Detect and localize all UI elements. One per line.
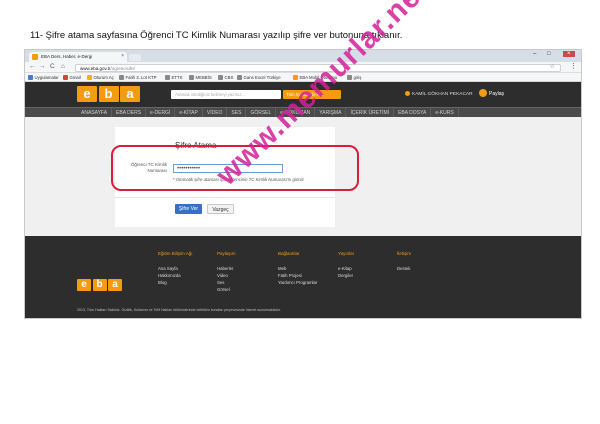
gmail-icon (63, 74, 68, 80)
form-divider (115, 197, 335, 198)
close-window-icon[interactable]: × (563, 51, 575, 57)
tab-title: EBA Ders, Haber, e-Dergi (41, 54, 93, 59)
footer-column: İletişim Destek (397, 251, 411, 272)
bookmark-item[interactable]: Oturum Aç (87, 74, 114, 80)
search-input[interactable]: Aramak istediğiniz kelimeyi yazınız... (171, 89, 281, 99)
footer-link[interactable]: Dergiler (338, 272, 354, 279)
eba-favicon-icon (32, 54, 38, 60)
eba-icon (293, 74, 298, 80)
footer-link[interactable]: Destek (397, 265, 411, 272)
assign-password-button[interactable]: Şifre Ver (175, 204, 202, 214)
address-bar: ← → C ⌂ www.eba.gov.tr/ogrencisifre ☆ ⋮ (25, 62, 581, 73)
page-icon (165, 74, 170, 80)
document-page: 11- Şifre atama sayfasına Öğrenci TC Kim… (0, 0, 600, 424)
nav-item[interactable]: İÇERİK ÜRETİMİ (346, 108, 395, 117)
browser-menu-icon[interactable]: ⋮ (570, 62, 577, 70)
footer-heading: Yayınlar (338, 251, 355, 256)
apps-icon (28, 74, 33, 80)
footer-column: Paylaşım Haberler Video Ses Görsel (217, 251, 236, 293)
reload-icon[interactable]: C (50, 63, 55, 70)
bookmark-item[interactable]: Fatih 3. Lot KTP (119, 74, 157, 80)
main-content: Şifre Atama Öğrenci TC Kimlik Numarası •… (25, 117, 581, 236)
tab-bar: EBA Ders, Haber, e-Dergi × – □ × (25, 50, 581, 62)
login-icon (87, 74, 92, 80)
new-tab-button[interactable] (129, 54, 141, 61)
footer-heading: Bağlantılar (278, 251, 300, 256)
home-icon[interactable]: ⌂ (61, 63, 65, 70)
bookmark-item[interactable]: CBS (218, 74, 233, 80)
footer-link[interactable]: Yardımcı Programlar (278, 279, 317, 286)
nav-item[interactable]: e-KURS (431, 108, 459, 117)
bookmark-item[interactable]: Gans Excel Türkiye (237, 74, 281, 80)
footer-column: Bağlantılar Meb Fatih Projesi Yardımcı P… (278, 251, 317, 286)
footer-link[interactable]: Haberler (217, 265, 236, 272)
forward-icon[interactable]: → (39, 63, 46, 70)
bookmark-item[interactable]: ETTS (165, 74, 182, 80)
footer-heading: İletişim (397, 251, 412, 256)
nav-item[interactable]: EBA DERS (112, 108, 147, 117)
nav-item[interactable]: ANASAYFA (77, 108, 113, 117)
user-menu[interactable]: KAMİL GÖKHAN PEKACAR (405, 91, 473, 97)
footer-link[interactable]: Video (217, 272, 236, 279)
page-icon (237, 74, 242, 80)
footer-heading: Paylaşım (217, 251, 236, 256)
page-icon (189, 74, 194, 80)
nav-item[interactable]: SES (227, 108, 247, 117)
footer-link[interactable]: Fatih Projesi (278, 272, 317, 279)
footer-link[interactable]: Meb (278, 265, 317, 272)
eba-logo[interactable]: e b a (77, 86, 140, 102)
url-host: www.eba.gov.tr (80, 65, 111, 71)
tab-close-icon[interactable]: × (121, 53, 124, 59)
back-icon[interactable]: ← (29, 63, 36, 70)
nav-item[interactable]: e-DERGİ (146, 108, 176, 117)
footer-column: Eğitim Bilişim Ağı Ana Sayfa Hakkımızda … (158, 251, 193, 286)
minimize-icon[interactable]: – (533, 51, 536, 57)
footer-link[interactable]: Hakkımızda (158, 272, 193, 279)
bookmark-star-icon[interactable]: ☆ (550, 63, 555, 70)
footer: e b a Eğitim Bilişim Ağı Ana Sayfa Hakkı… (25, 236, 581, 318)
footer-column: Yayınlar e-Kitap Dergiler (338, 251, 354, 279)
nav-item[interactable]: EBA DOSYA (394, 108, 432, 117)
share-icon (479, 89, 487, 97)
maximize-icon[interactable]: □ (547, 51, 551, 57)
footer-link[interactable]: Blog (158, 279, 193, 286)
footer-link[interactable]: Ses (217, 279, 236, 286)
footer-link[interactable]: e-Kitap (338, 265, 354, 272)
nav-item[interactable]: VİDEO (203, 108, 228, 117)
footer-link[interactable]: Ana Sayfa (158, 265, 193, 272)
copyright-text: 2013, Tüm Hakları Saklıdır. Gizlilik, Ku… (77, 308, 281, 312)
page-icon (119, 74, 124, 80)
page-icon (218, 74, 223, 80)
bookmark-item[interactable]: Uygulamalar (28, 74, 59, 80)
bookmark-item[interactable]: MEBBİS (189, 74, 212, 80)
url-path: /ogrencisifre (110, 65, 135, 71)
bookmark-item[interactable]: Gmail (63, 74, 81, 80)
browser-tab[interactable]: EBA Ders, Haber, e-Dergi × (29, 52, 127, 62)
footer-link[interactable]: Görsel (217, 286, 236, 293)
cancel-button[interactable]: Vazgeç (207, 204, 234, 214)
nav-item[interactable]: YARIŞMA (315, 108, 347, 117)
footer-eba-logo: e b a (77, 279, 122, 291)
user-icon (405, 91, 410, 96)
nav-item[interactable]: e-KİTAP (175, 108, 203, 117)
footer-heading: Eğitim Bilişim Ağı (158, 251, 193, 256)
share-button[interactable]: Paylaş (479, 89, 504, 97)
